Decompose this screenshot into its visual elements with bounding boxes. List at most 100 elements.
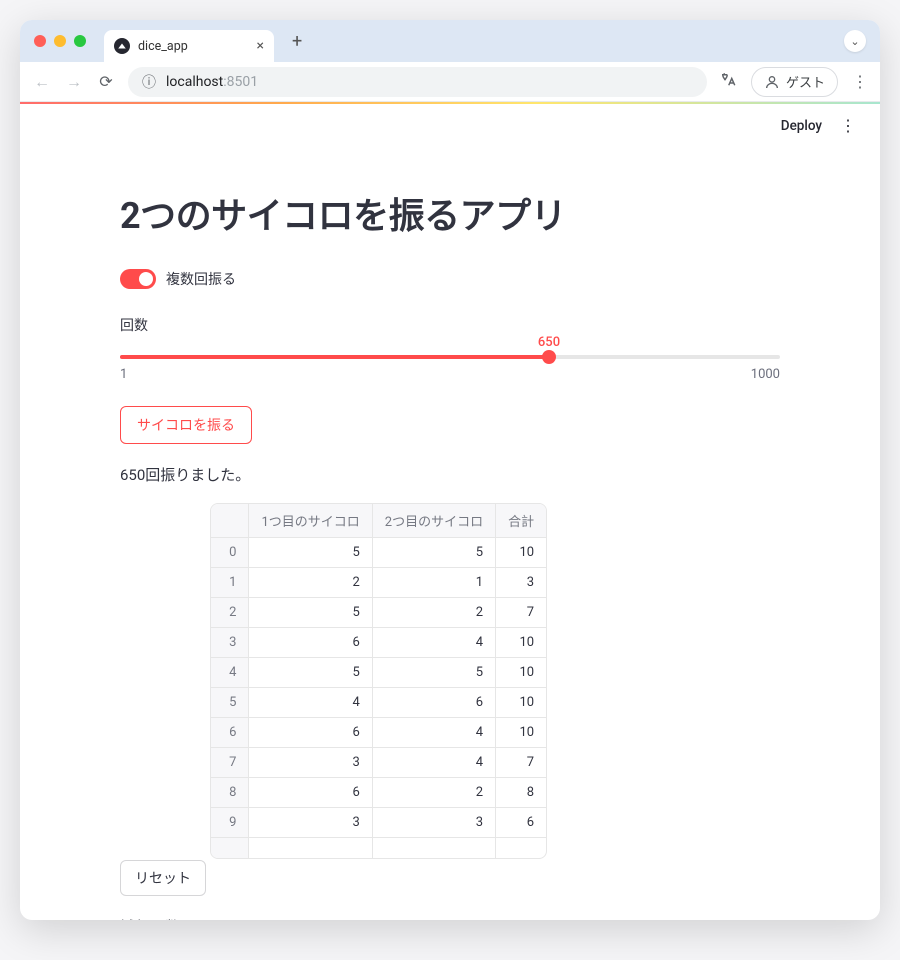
table-cell[interactable]: 3 — [211, 628, 249, 658]
table-row[interactable]: 05510 — [211, 538, 546, 568]
table-cell[interactable]: 10 — [496, 718, 547, 748]
table-cell[interactable]: 7 — [496, 598, 547, 628]
table-cell[interactable]: 5 — [372, 538, 495, 568]
table-cell[interactable]: 1 — [372, 568, 495, 598]
table-cell[interactable]: 6 — [372, 688, 495, 718]
count-slider[interactable]: 650 — [120, 355, 780, 359]
reload-button[interactable]: ⟳ — [96, 72, 116, 91]
app-viewport[interactable]: Deploy ⋮ 2つのサイコロを振るアプリ 複数回振る 回数 650 1 — [20, 104, 880, 920]
window-titlebar: dice_app × + ⌄ — [20, 20, 880, 62]
table-cell[interactable]: 10 — [496, 538, 547, 568]
table-cell[interactable]: 5 — [372, 658, 495, 688]
table-cell[interactable]: 6 — [249, 718, 372, 748]
table-row[interactable]: 45510 — [211, 658, 546, 688]
tab-title: dice_app — [138, 39, 249, 54]
multi-roll-toggle-row: 複数回振る — [120, 269, 780, 289]
table-cell[interactable]: 7 — [496, 748, 547, 778]
table-row[interactable]: 2527 — [211, 598, 546, 628]
browser-menu-icon[interactable]: ⋮ — [852, 72, 868, 91]
main-content: 2つのサイコロを振るアプリ 複数回振る 回数 650 1 1000 サイコロを振… — [100, 147, 800, 920]
results-table[interactable]: 1つ目のサイコロ2つ目のサイコロ合計 055101213252736410455… — [210, 503, 547, 859]
table-cell[interactable]: 3 — [249, 808, 372, 838]
browser-toolbar: ← → ⟳ ⓘ localhost:8501 ゲスト ⋮ — [20, 62, 880, 102]
slider-range-labels: 1 1000 — [120, 367, 780, 382]
browser-window: dice_app × + ⌄ ← → ⟳ ⓘ localhost:8501 ゲス… — [20, 20, 880, 920]
table-cell[interactable]: 4 — [211, 658, 249, 688]
site-info-icon[interactable]: ⓘ — [142, 72, 156, 92]
table-cell[interactable]: 5 — [249, 598, 372, 628]
column-header[interactable]: 1つ目のサイコロ — [249, 504, 372, 538]
table-cell[interactable]: 9 — [211, 808, 249, 838]
roll-dice-button[interactable]: サイコロを振る — [120, 406, 252, 444]
table-cell[interactable]: 6 — [249, 778, 372, 808]
table-row[interactable]: 7347 — [211, 748, 546, 778]
profile-label: ゲスト — [786, 72, 825, 91]
column-header[interactable]: 合計 — [496, 504, 547, 538]
forward-button[interactable]: → — [64, 72, 84, 92]
table-row[interactable]: 66410 — [211, 718, 546, 748]
table-cell[interactable]: 4 — [372, 628, 495, 658]
deploy-button[interactable]: Deploy — [781, 118, 822, 134]
table-row[interactable]: 1213 — [211, 568, 546, 598]
table-cell[interactable] — [372, 838, 495, 858]
back-button[interactable]: ← — [32, 72, 52, 92]
profile-button[interactable]: ゲスト — [751, 67, 838, 97]
table-cell[interactable]: 10 — [496, 688, 547, 718]
toggle-knob — [139, 272, 153, 286]
slider-label: 回数 — [120, 315, 780, 335]
table-cell[interactable]: 2 — [211, 598, 249, 628]
table-cell[interactable]: 7 — [211, 748, 249, 778]
table-cell[interactable]: 2 — [372, 778, 495, 808]
multi-roll-toggle[interactable] — [120, 269, 156, 289]
table-cell[interactable]: 5 — [249, 658, 372, 688]
table-cell[interactable]: 10 — [496, 658, 547, 688]
table-cell[interactable]: 1 — [211, 568, 249, 598]
table-cell[interactable]: 10 — [496, 628, 547, 658]
new-tab-button[interactable]: + — [292, 31, 302, 52]
table-cell[interactable]: 3 — [249, 748, 372, 778]
close-tab-icon[interactable]: × — [257, 38, 264, 54]
table-cell[interactable]: 2 — [372, 598, 495, 628]
index-header[interactable] — [211, 504, 249, 538]
slider-fill — [120, 355, 549, 359]
table-cell[interactable] — [496, 838, 547, 858]
table-cell[interactable]: 0 — [211, 538, 249, 568]
translate-icon[interactable] — [719, 71, 737, 93]
reset-button[interactable]: リセット — [120, 860, 206, 896]
table-cell[interactable]: 8 — [496, 778, 547, 808]
url-text: localhost:8501 — [166, 74, 258, 90]
table-cell[interactable]: 6 — [211, 718, 249, 748]
table-cell[interactable]: 4 — [249, 688, 372, 718]
streamlit-header: Deploy ⋮ — [20, 104, 880, 147]
table-row[interactable]: 36410 — [211, 628, 546, 658]
column-header[interactable]: 2つ目のサイコロ — [372, 504, 495, 538]
table-cell[interactable]: 3 — [496, 568, 547, 598]
table-cell[interactable]: 5 — [211, 688, 249, 718]
table-cell[interactable]: 4 — [372, 748, 495, 778]
table-cell[interactable]: 3 — [372, 808, 495, 838]
table-cell[interactable]: 2 — [249, 568, 372, 598]
slider-min: 1 — [120, 367, 127, 382]
table-row[interactable] — [211, 838, 546, 858]
table-cell[interactable] — [211, 838, 249, 858]
table-cell[interactable]: 6 — [496, 808, 547, 838]
table-cell[interactable]: 8 — [211, 778, 249, 808]
minimize-window-button[interactable] — [54, 35, 66, 47]
slider-thumb[interactable] — [542, 350, 556, 364]
table-cell[interactable]: 4 — [372, 718, 495, 748]
table-row[interactable]: 54610 — [211, 688, 546, 718]
trial-count-row: 試行回数: 650 — [120, 916, 780, 921]
maximize-window-button[interactable] — [74, 35, 86, 47]
page-title: 2つのサイコロを振るアプリ — [120, 187, 780, 239]
table-cell[interactable]: 6 — [249, 628, 372, 658]
address-bar[interactable]: ⓘ localhost:8501 — [128, 67, 707, 97]
tab-overflow-button[interactable]: ⌄ — [844, 30, 866, 52]
close-window-button[interactable] — [34, 35, 46, 47]
table-cell[interactable] — [249, 838, 372, 858]
table-row[interactable]: 8628 — [211, 778, 546, 808]
toggle-label: 複数回振る — [166, 269, 236, 289]
table-row[interactable]: 9336 — [211, 808, 546, 838]
browser-tab[interactable]: dice_app × — [104, 30, 274, 62]
table-cell[interactable]: 5 — [249, 538, 372, 568]
app-menu-icon[interactable]: ⋮ — [840, 116, 856, 135]
